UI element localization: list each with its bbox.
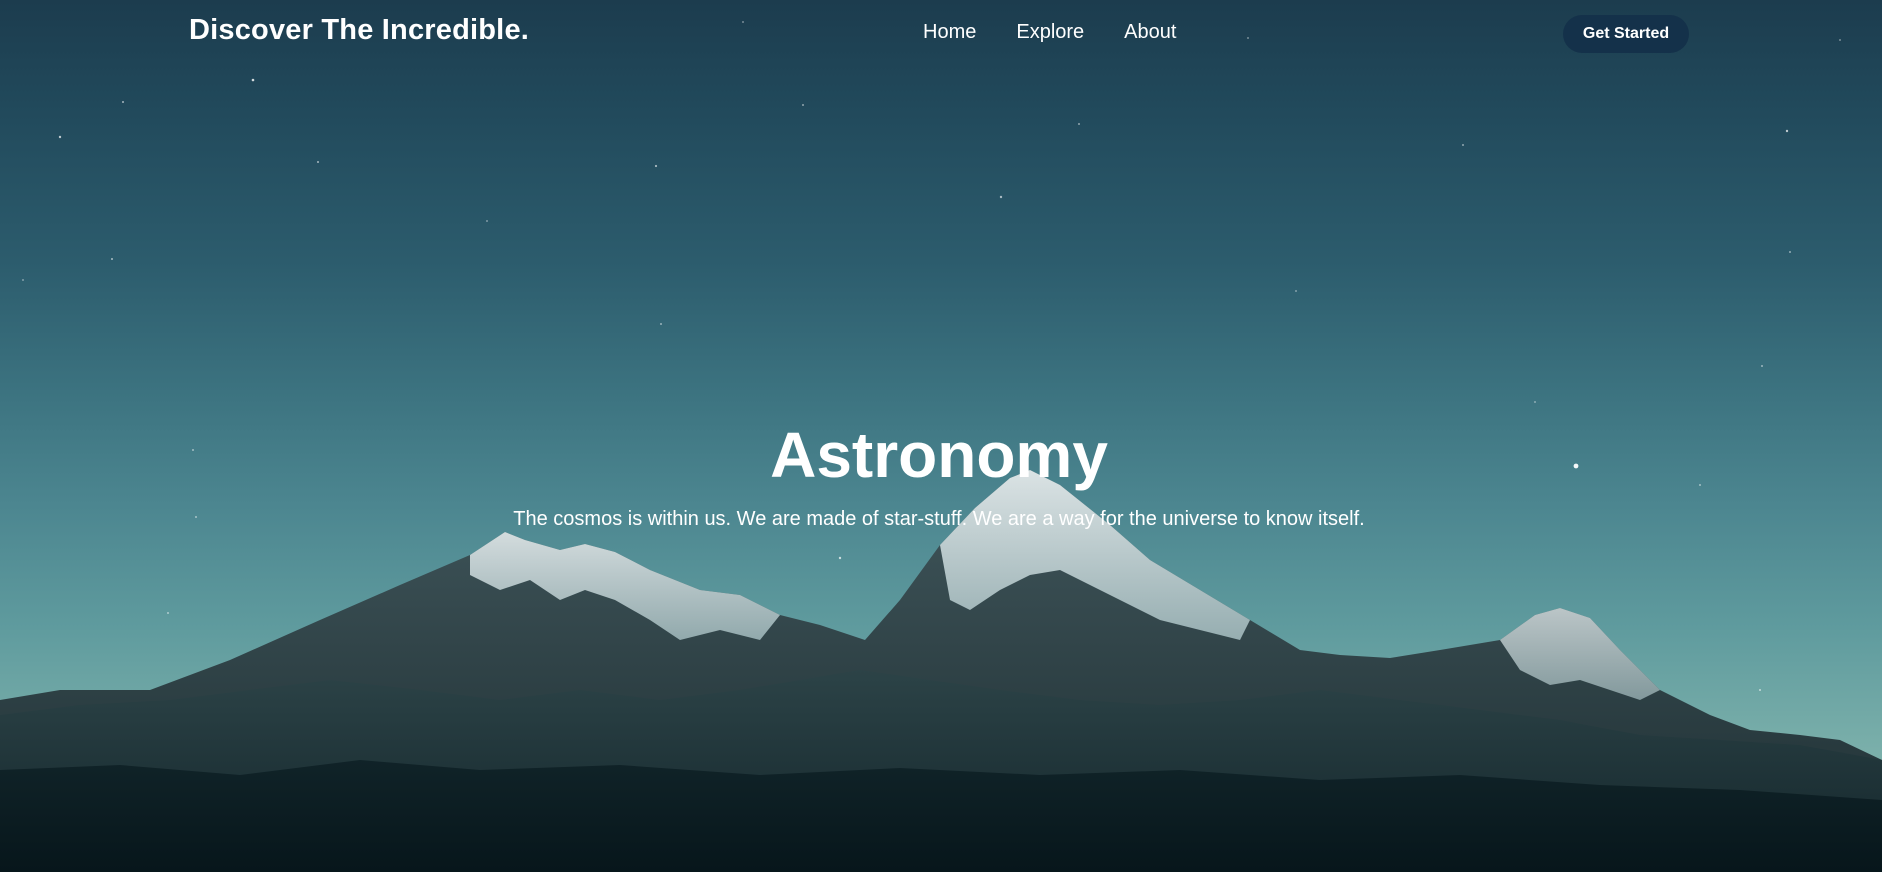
top-navigation: Discover The Incredible. Home Explore Ab…: [0, 0, 1882, 68]
brand-logo[interactable]: Discover The Incredible.: [189, 14, 529, 47]
nav-link-explore[interactable]: Explore: [1016, 21, 1084, 44]
nav-links: Home Explore About: [923, 21, 1176, 44]
nav-link-home[interactable]: Home: [923, 21, 976, 44]
hero-title: Astronomy: [770, 419, 1108, 491]
hero-subtitle: The cosmos is within us. We are made of …: [513, 508, 1365, 530]
nav-link-about[interactable]: About: [1124, 21, 1176, 44]
hero-section: Discover The Incredible. Home Explore Ab…: [0, 0, 1882, 872]
get-started-button[interactable]: Get Started: [1563, 15, 1689, 53]
